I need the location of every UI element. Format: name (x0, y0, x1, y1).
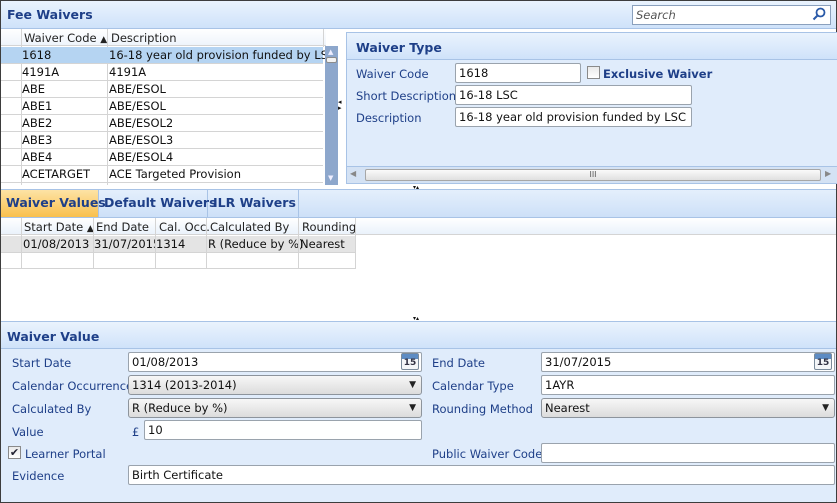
calendar-icon[interactable]: 15 (814, 353, 832, 370)
calendar-occurrence-label: Calendar Occurrence (12, 379, 134, 393)
end-date-field[interactable]: 31/07/2015 (541, 352, 835, 372)
waiver-value-title: Waiver Value (7, 329, 100, 344)
column-header-description[interactable]: Description (111, 31, 177, 45)
cell-waiver-code: 1618 (22, 48, 52, 62)
cell-description: 4191A (109, 65, 147, 79)
list-item[interactable]: 4191A 4191A (1, 64, 323, 81)
scroll-up-arrow[interactable]: ▲ (328, 48, 333, 56)
calendar-type-label: Calendar Type (432, 379, 514, 393)
value-label: Value (12, 425, 44, 439)
exclusive-waiver-checkbox[interactable] (587, 66, 600, 79)
cell-description: ABE/ESOL4 (109, 150, 174, 164)
table-row[interactable]: 01/08/2013 31/07/2015 1314 R (Reduce by … (1, 236, 356, 252)
start-date-label: Start Date (12, 356, 72, 370)
waiver-type-title: Waiver Type (356, 40, 442, 55)
title-bar: Fee Waivers Search (1, 1, 836, 29)
waiver-list-grid: Waiver Code ▲ Description 1618 16-18 year… (1, 29, 336, 185)
cell-cal-occ: 1314 (156, 237, 186, 251)
cell-waiver-code: ABE2 (22, 116, 53, 130)
description-field[interactable]: 16-18 year old provision funded by LSC (455, 107, 692, 127)
cell-waiver-code: ABE4 (22, 150, 53, 164)
horizontal-scroll-thumb[interactable]: III (365, 169, 821, 181)
column-header-end-date[interactable]: End Date (96, 220, 149, 234)
end-date-label: End Date (432, 356, 485, 370)
scroll-left-arrow[interactable]: ◀ (350, 169, 356, 178)
column-header-calculated-by[interactable]: Calculated By (210, 220, 289, 234)
list-item[interactable]: ABE2 ABE/ESOL2 (1, 115, 323, 132)
calendar-icon[interactable]: 15 (401, 353, 419, 370)
cell-description: 16-18 year old provision funded by LSC (109, 48, 337, 62)
start-date-field[interactable]: 01/08/2013 (128, 352, 422, 372)
cell-waiver-code: ACETARGET (22, 167, 91, 181)
waiver-code-field[interactable]: 1618 (455, 63, 581, 83)
splitter-handle-vertical[interactable]: ◂ ▸ (338, 99, 342, 112)
calendar-type-field[interactable]: 1AYR (541, 375, 835, 395)
waiver-value-header: Waiver Value (1, 322, 836, 349)
list-item[interactable]: ABE4 ABE/ESOL4 (1, 149, 323, 166)
cell-description: ABE/ESOL2 (109, 116, 174, 130)
waiver-code-label: Waiver Code (356, 67, 429, 81)
waiver-values-grid: Start Date ▲ End Date Cal. Occ. Calculat… (1, 218, 836, 318)
cell-waiver-code: ABE1 (22, 99, 53, 113)
evidence-field[interactable]: Birth Certificate (128, 465, 835, 485)
evidence-label: Evidence (12, 469, 65, 483)
list-item[interactable]: ABE3 ABE/ESOL3 (1, 132, 323, 149)
page-title: Fee Waivers (7, 7, 93, 22)
calculated-by-label: Calculated By (12, 402, 92, 416)
value-field[interactable]: 10 (144, 420, 422, 440)
column-header-waiver-code[interactable]: Waiver Code ▲ (24, 31, 107, 45)
chevron-down-icon: ▼ (822, 403, 829, 413)
search-input[interactable]: Search (636, 8, 676, 22)
public-waiver-code-field[interactable] (541, 443, 835, 463)
list-item[interactable]: 1618 16-18 year old provision funded by L… (1, 47, 336, 64)
fee-waivers-window: Fee Waivers Search Waiver Code ▲ Descrip… (0, 0, 837, 503)
cell-end-date: 31/07/2015 (94, 237, 156, 251)
list-item[interactable]: ABE1 ABE/ESOL (1, 98, 323, 115)
waiver-type-header: Waiver Type (347, 33, 837, 60)
column-header-cal-occ[interactable]: Cal. Occ. (159, 220, 210, 234)
column-header-rounding[interactable]: Rounding (302, 220, 356, 234)
learner-portal-checkbox[interactable]: ✔ (8, 446, 21, 459)
short-description-field[interactable]: 16-18 LSC (455, 85, 692, 105)
learner-portal-label: Learner Portal (25, 447, 106, 461)
tab-default-waivers[interactable]: Default Waivers (99, 190, 217, 217)
scroll-thumb[interactable] (326, 57, 337, 63)
cell-start-date: 01/08/2013 (23, 237, 90, 251)
waiver-type-panel: Waiver Type Waiver Code 1618 Exclusive W… (346, 32, 837, 184)
cell-description: ACE Targeted Provision (109, 167, 241, 181)
cell-rounding: Nearest (300, 237, 345, 251)
horizontal-scrollbar[interactable]: ◀ III ▶ (347, 166, 837, 183)
scroll-right-arrow[interactable]: ▶ (825, 169, 831, 178)
calendar-occurrence-select[interactable]: 1314 (2013-2014) ▼ (128, 375, 422, 395)
cell-waiver-code: ABE (22, 82, 46, 96)
cell-calculated-by: R (Reduce by %) (208, 237, 304, 251)
cell-waiver-code: ABE3 (22, 133, 53, 147)
short-description-label: Short Description (356, 89, 457, 103)
chevron-down-icon: ▼ (409, 403, 416, 413)
rounding-method-select[interactable]: Nearest ▼ (541, 398, 835, 418)
list-item[interactable]: ACETARGET ACE Targeted Provision (1, 166, 323, 183)
list-item[interactable]: ABE ABE/ESOL (1, 81, 323, 98)
rounding-method-label: Rounding Method (432, 402, 533, 416)
cell-waiver-code: 4191A (22, 65, 60, 79)
cell-description: ABE/ESOL (109, 99, 166, 113)
column-header-start-date[interactable]: Start Date ▲ (24, 220, 94, 234)
scroll-down-arrow[interactable]: ▼ (328, 174, 333, 182)
cell-description: ABE/ESOL (109, 82, 166, 96)
public-waiver-code-label: Public Waiver Code (432, 447, 543, 461)
calculated-by-select[interactable]: R (Reduce by %) ▼ (128, 398, 422, 418)
tab-waiver-values[interactable]: Waiver Values (1, 190, 106, 217)
description-label: Description (356, 111, 422, 125)
tab-ilr-waivers[interactable]: ILR Waivers (208, 190, 299, 217)
chevron-down-icon: ▼ (409, 380, 416, 390)
currency-symbol: £ (132, 425, 140, 439)
list-vertical-scrollbar[interactable]: ▲ ▼ (325, 46, 338, 185)
cell-description: ABE/ESOL3 (109, 133, 174, 147)
exclusive-waiver-label: Exclusive Waiver (603, 67, 713, 81)
waiver-value-panel: Waiver Value Start Date 01/08/2013 15 En… (1, 321, 836, 502)
search-box[interactable]: Search (632, 5, 831, 25)
search-icon[interactable] (812, 7, 826, 24)
